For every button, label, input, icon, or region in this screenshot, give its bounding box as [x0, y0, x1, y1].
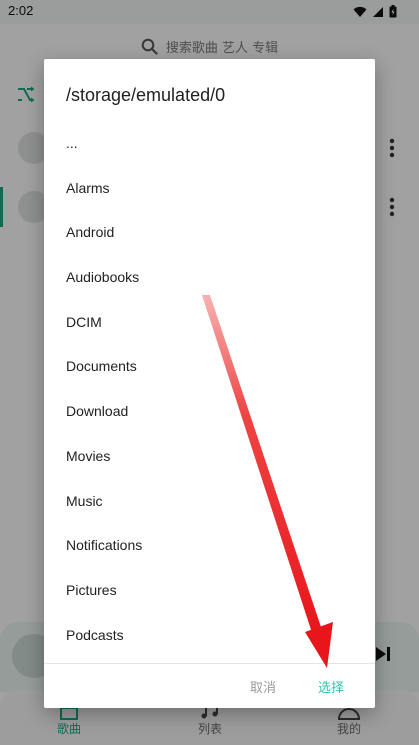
folder-item[interactable]: Audiobooks [44, 255, 375, 300]
folder-item[interactable]: Music [44, 479, 375, 524]
folder-list: ... Alarms Android Audiobooks DCIM Docum… [44, 121, 375, 661]
folder-item-parent[interactable]: ... [44, 121, 375, 166]
folder-item[interactable]: DCIM [44, 300, 375, 345]
folder-item[interactable]: Alarms [44, 166, 375, 211]
folder-item[interactable]: Android [44, 210, 375, 255]
folder-item[interactable]: Download [44, 389, 375, 434]
folder-item[interactable]: Podcasts [44, 613, 375, 658]
folder-item[interactable]: Pictures [44, 568, 375, 613]
folder-chooser-dialog: /storage/emulated/0 ... Alarms Android A… [44, 59, 375, 708]
select-button[interactable]: 选择 [318, 677, 344, 696]
folder-item[interactable]: Movies [44, 434, 375, 479]
folder-item[interactable]: Documents [44, 344, 375, 389]
dialog-title: /storage/emulated/0 [66, 85, 226, 105]
folder-item[interactable]: Notifications [44, 523, 375, 568]
cancel-button[interactable]: 取消 [250, 677, 276, 696]
dialog-actions: 取消 选择 [44, 663, 375, 709]
